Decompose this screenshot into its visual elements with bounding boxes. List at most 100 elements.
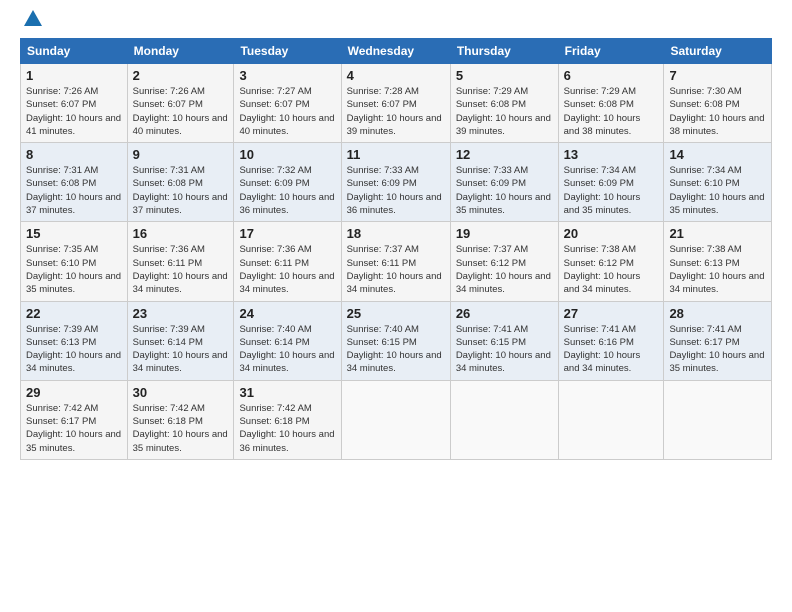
sunrise: Sunrise: 7:28 AM <box>347 86 419 97</box>
calendar-body: 1 Sunrise: 7:26 AM Sunset: 6:07 PM Dayli… <box>21 64 772 460</box>
sunrise: Sunrise: 7:42 AM <box>239 403 311 414</box>
day-number: 8 <box>26 147 122 162</box>
calendar-cell: 22 Sunrise: 7:39 AM Sunset: 6:13 PM Dayl… <box>21 301 128 380</box>
calendar-cell <box>450 380 558 459</box>
day-number: 13 <box>564 147 659 162</box>
sunset: Sunset: 6:17 PM <box>26 416 96 427</box>
calendar-cell: 5 Sunrise: 7:29 AM Sunset: 6:08 PM Dayli… <box>450 64 558 143</box>
daylight: Daylight: 10 hours and 40 minutes. <box>239 113 334 137</box>
day-number: 28 <box>669 306 766 321</box>
sunset: Sunset: 6:14 PM <box>133 337 203 348</box>
day-number: 3 <box>239 68 335 83</box>
sunset: Sunset: 6:18 PM <box>239 416 309 427</box>
sunrise: Sunrise: 7:26 AM <box>26 86 98 97</box>
sunrise: Sunrise: 7:27 AM <box>239 86 311 97</box>
day-number: 22 <box>26 306 122 321</box>
day-number: 18 <box>347 226 445 241</box>
calendar-cell: 31 Sunrise: 7:42 AM Sunset: 6:18 PM Dayl… <box>234 380 341 459</box>
calendar-cell: 9 Sunrise: 7:31 AM Sunset: 6:08 PM Dayli… <box>127 143 234 222</box>
daylight: Daylight: 10 hours and 39 minutes. <box>347 113 442 137</box>
sunrise: Sunrise: 7:33 AM <box>347 165 419 176</box>
sunset: Sunset: 6:11 PM <box>347 258 417 269</box>
day-detail: Sunrise: 7:31 AM Sunset: 6:08 PM Dayligh… <box>26 164 122 217</box>
calendar-cell <box>558 380 664 459</box>
sunset: Sunset: 6:16 PM <box>564 337 634 348</box>
calendar-cell: 11 Sunrise: 7:33 AM Sunset: 6:09 PM Dayl… <box>341 143 450 222</box>
daylight: Daylight: 10 hours and 35 minutes. <box>564 192 641 216</box>
calendar-cell: 13 Sunrise: 7:34 AM Sunset: 6:09 PM Dayl… <box>558 143 664 222</box>
day-number: 9 <box>133 147 229 162</box>
daylight: Daylight: 10 hours and 34 minutes. <box>347 271 442 295</box>
sunset: Sunset: 6:08 PM <box>456 99 526 110</box>
day-number: 20 <box>564 226 659 241</box>
sunset: Sunset: 6:09 PM <box>239 178 309 189</box>
sunrise: Sunrise: 7:38 AM <box>564 244 636 255</box>
day-number: 27 <box>564 306 659 321</box>
daylight: Daylight: 10 hours and 35 minutes. <box>133 429 228 453</box>
sunrise: Sunrise: 7:39 AM <box>133 324 205 335</box>
daylight: Daylight: 10 hours and 34 minutes. <box>26 350 121 374</box>
day-number: 6 <box>564 68 659 83</box>
day-number: 17 <box>239 226 335 241</box>
calendar-week-4: 22 Sunrise: 7:39 AM Sunset: 6:13 PM Dayl… <box>21 301 772 380</box>
day-detail: Sunrise: 7:36 AM Sunset: 6:11 PM Dayligh… <box>133 243 229 296</box>
calendar-cell: 28 Sunrise: 7:41 AM Sunset: 6:17 PM Dayl… <box>664 301 772 380</box>
sunset: Sunset: 6:10 PM <box>26 258 96 269</box>
day-detail: Sunrise: 7:40 AM Sunset: 6:14 PM Dayligh… <box>239 323 335 376</box>
day-detail: Sunrise: 7:38 AM Sunset: 6:12 PM Dayligh… <box>564 243 659 296</box>
weekday-header-wednesday: Wednesday <box>341 39 450 64</box>
day-number: 11 <box>347 147 445 162</box>
calendar-cell: 29 Sunrise: 7:42 AM Sunset: 6:17 PM Dayl… <box>21 380 128 459</box>
calendar-cell: 12 Sunrise: 7:33 AM Sunset: 6:09 PM Dayl… <box>450 143 558 222</box>
daylight: Daylight: 10 hours and 37 minutes. <box>26 192 121 216</box>
weekday-header-tuesday: Tuesday <box>234 39 341 64</box>
day-detail: Sunrise: 7:41 AM Sunset: 6:16 PM Dayligh… <box>564 323 659 376</box>
daylight: Daylight: 10 hours and 40 minutes. <box>133 113 228 137</box>
day-detail: Sunrise: 7:41 AM Sunset: 6:17 PM Dayligh… <box>669 323 766 376</box>
daylight: Daylight: 10 hours and 36 minutes. <box>239 192 334 216</box>
day-detail: Sunrise: 7:29 AM Sunset: 6:08 PM Dayligh… <box>456 85 553 138</box>
day-detail: Sunrise: 7:41 AM Sunset: 6:15 PM Dayligh… <box>456 323 553 376</box>
sunset: Sunset: 6:15 PM <box>456 337 526 348</box>
weekday-header-saturday: Saturday <box>664 39 772 64</box>
sunrise: Sunrise: 7:41 AM <box>456 324 528 335</box>
sunset: Sunset: 6:15 PM <box>347 337 417 348</box>
daylight: Daylight: 10 hours and 35 minutes. <box>26 429 121 453</box>
calendar-cell: 25 Sunrise: 7:40 AM Sunset: 6:15 PM Dayl… <box>341 301 450 380</box>
calendar-cell: 21 Sunrise: 7:38 AM Sunset: 6:13 PM Dayl… <box>664 222 772 301</box>
day-number: 2 <box>133 68 229 83</box>
calendar-table: SundayMondayTuesdayWednesdayThursdayFrid… <box>20 38 772 460</box>
sunrise: Sunrise: 7:35 AM <box>26 244 98 255</box>
calendar-cell: 24 Sunrise: 7:40 AM Sunset: 6:14 PM Dayl… <box>234 301 341 380</box>
day-number: 24 <box>239 306 335 321</box>
sunset: Sunset: 6:08 PM <box>564 99 634 110</box>
calendar-week-2: 8 Sunrise: 7:31 AM Sunset: 6:08 PM Dayli… <box>21 143 772 222</box>
day-detail: Sunrise: 7:28 AM Sunset: 6:07 PM Dayligh… <box>347 85 445 138</box>
calendar-cell <box>664 380 772 459</box>
day-detail: Sunrise: 7:35 AM Sunset: 6:10 PM Dayligh… <box>26 243 122 296</box>
day-detail: Sunrise: 7:37 AM Sunset: 6:12 PM Dayligh… <box>456 243 553 296</box>
daylight: Daylight: 10 hours and 35 minutes. <box>669 192 764 216</box>
sunrise: Sunrise: 7:36 AM <box>133 244 205 255</box>
calendar-cell: 20 Sunrise: 7:38 AM Sunset: 6:12 PM Dayl… <box>558 222 664 301</box>
sunrise: Sunrise: 7:42 AM <box>26 403 98 414</box>
calendar-cell: 16 Sunrise: 7:36 AM Sunset: 6:11 PM Dayl… <box>127 222 234 301</box>
day-detail: Sunrise: 7:26 AM Sunset: 6:07 PM Dayligh… <box>26 85 122 138</box>
day-number: 1 <box>26 68 122 83</box>
sunrise: Sunrise: 7:29 AM <box>564 86 636 97</box>
day-detail: Sunrise: 7:36 AM Sunset: 6:11 PM Dayligh… <box>239 243 335 296</box>
sunset: Sunset: 6:07 PM <box>26 99 96 110</box>
calendar-cell: 4 Sunrise: 7:28 AM Sunset: 6:07 PM Dayli… <box>341 64 450 143</box>
sunset: Sunset: 6:13 PM <box>26 337 96 348</box>
sunset: Sunset: 6:08 PM <box>669 99 739 110</box>
daylight: Daylight: 10 hours and 39 minutes. <box>456 113 551 137</box>
calendar-cell: 10 Sunrise: 7:32 AM Sunset: 6:09 PM Dayl… <box>234 143 341 222</box>
day-number: 7 <box>669 68 766 83</box>
sunrise: Sunrise: 7:39 AM <box>26 324 98 335</box>
calendar-cell: 19 Sunrise: 7:37 AM Sunset: 6:12 PM Dayl… <box>450 222 558 301</box>
weekday-header-thursday: Thursday <box>450 39 558 64</box>
day-detail: Sunrise: 7:33 AM Sunset: 6:09 PM Dayligh… <box>456 164 553 217</box>
calendar-week-1: 1 Sunrise: 7:26 AM Sunset: 6:07 PM Dayli… <box>21 64 772 143</box>
day-detail: Sunrise: 7:32 AM Sunset: 6:09 PM Dayligh… <box>239 164 335 217</box>
day-detail: Sunrise: 7:42 AM Sunset: 6:18 PM Dayligh… <box>239 402 335 455</box>
